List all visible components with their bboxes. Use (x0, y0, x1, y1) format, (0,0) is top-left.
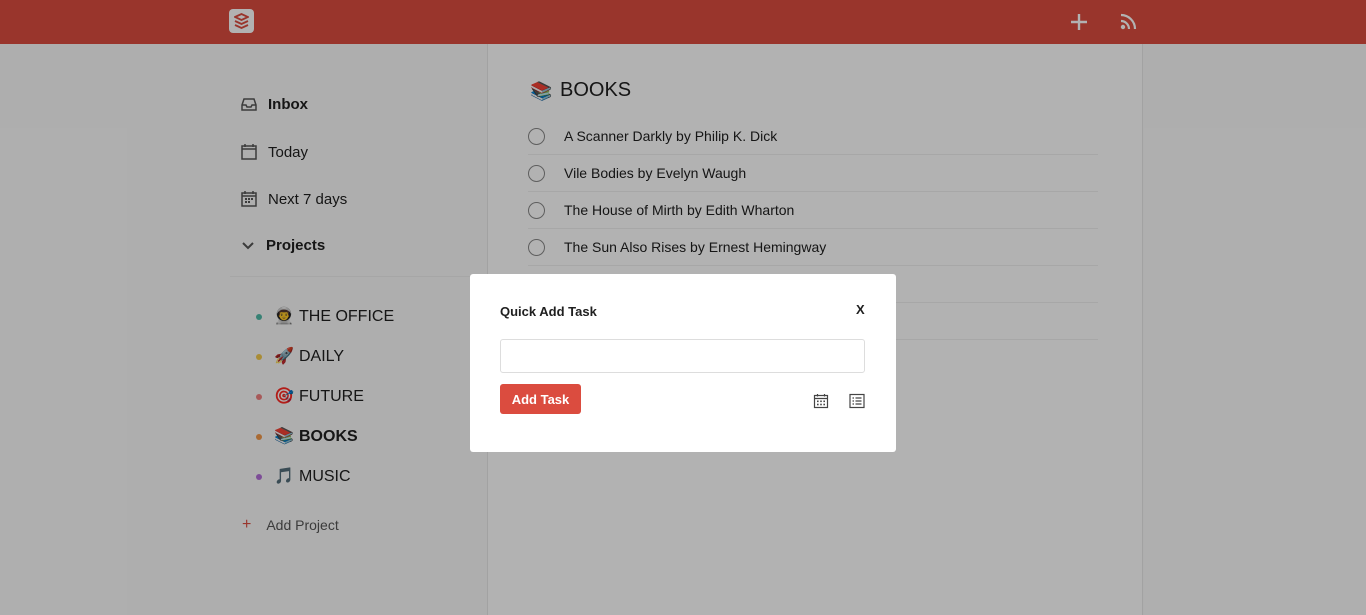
modal-title: Quick Add Task (500, 304, 597, 319)
task-input[interactable] (500, 339, 865, 373)
close-button[interactable]: X (856, 302, 865, 317)
list-icon[interactable] (849, 393, 865, 409)
calendar-icon[interactable] (813, 393, 829, 409)
quick-add-modal: Quick Add Task X Add Task (470, 274, 896, 452)
add-task-button[interactable]: Add Task (500, 384, 581, 414)
